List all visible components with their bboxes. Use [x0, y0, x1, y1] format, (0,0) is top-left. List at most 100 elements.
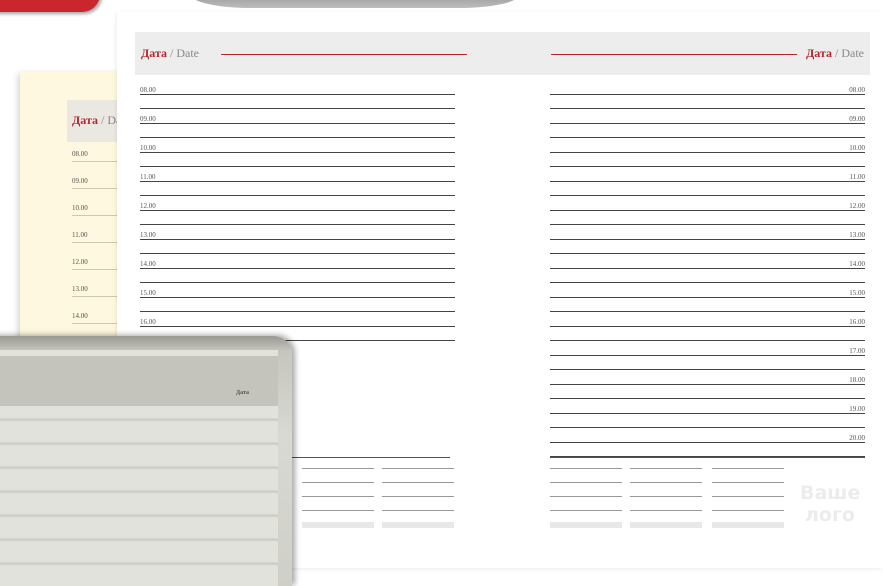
notes-line	[630, 482, 702, 483]
slot-line	[550, 326, 865, 327]
slot-line	[140, 137, 455, 138]
notebook-date-label: Дата	[236, 390, 249, 396]
slot-line	[550, 123, 865, 124]
time-label: 13.00	[849, 231, 865, 239]
right-time-slot: 19.00	[550, 403, 865, 432]
right-divider-line	[550, 457, 865, 458]
notes-bar	[302, 522, 374, 528]
slot-line	[140, 108, 455, 109]
slot-line	[140, 311, 455, 312]
right-time-slot: 16.00	[550, 316, 865, 345]
time-label: 16.00	[140, 318, 156, 326]
slot-line	[140, 181, 455, 182]
slot-line	[140, 224, 455, 225]
slot-line	[140, 166, 455, 167]
left-time-slot: 12.00	[140, 200, 455, 229]
notes-box	[382, 468, 454, 528]
slot-line	[140, 253, 455, 254]
slot-line	[550, 268, 865, 269]
slot-line	[140, 268, 455, 269]
slot-line	[550, 108, 865, 109]
left-date-line	[221, 54, 467, 55]
slot-line	[550, 398, 865, 399]
right-time-slot: 11.00	[550, 171, 865, 200]
slot-line	[140, 326, 455, 327]
time-label: 12.00	[849, 202, 865, 210]
slot-line	[550, 239, 865, 240]
slot-line	[550, 355, 865, 356]
slot-line	[140, 282, 455, 283]
notes-bar	[630, 522, 702, 528]
notes-line	[712, 468, 784, 469]
time-label: 16.00	[849, 318, 865, 326]
notes-line	[382, 496, 454, 497]
notes-bar	[550, 522, 622, 528]
date-header-bar: Дата / Date Дата / Date	[135, 32, 870, 75]
gray-notebook	[0, 336, 292, 586]
slot-line	[550, 427, 865, 428]
left-time-slot: 08.00	[140, 84, 455, 113]
left-time-slot: 11.00	[140, 171, 455, 200]
right-time-slot: 08.00	[550, 84, 865, 113]
time-label: 17.00	[849, 347, 865, 355]
notes-line	[382, 482, 454, 483]
time-label: 08.00	[140, 86, 156, 94]
slot-line	[550, 340, 865, 341]
notes-bar	[382, 522, 454, 528]
logo-placeholder: Ваше лого	[800, 482, 861, 526]
notes-line	[382, 468, 454, 469]
slot-line	[550, 413, 865, 414]
left-time-slot: 15.00	[140, 287, 455, 316]
time-label: 11.00	[140, 173, 156, 181]
slot-line	[550, 311, 865, 312]
notes-line	[302, 468, 374, 469]
slot-line	[550, 297, 865, 298]
time-label: 13.00	[140, 231, 156, 239]
slot-line	[550, 442, 865, 443]
slot-line	[140, 152, 455, 153]
slot-line	[550, 152, 865, 153]
right-time-slot: 18.00	[550, 374, 865, 403]
back-date-label: Дата / Da	[72, 113, 122, 127]
left-time-slot: 13.00	[140, 229, 455, 258]
notes-line	[712, 496, 784, 497]
time-label: 18.00	[849, 376, 865, 384]
time-label: 19.00	[849, 405, 865, 413]
notes-line	[382, 510, 454, 511]
slot-line	[550, 94, 865, 95]
notebook-header	[0, 356, 278, 406]
right-time-slot: 13.00	[550, 229, 865, 258]
time-label: 10.00	[140, 144, 156, 152]
slot-line	[550, 282, 865, 283]
slot-line	[550, 384, 865, 385]
notes-line	[302, 482, 374, 483]
slot-line	[550, 195, 865, 196]
right-date-label: Дата / Date	[806, 46, 864, 60]
notes-line	[302, 496, 374, 497]
slot-line	[140, 195, 455, 196]
right-time-slot: 17.00	[550, 345, 865, 374]
left-time-slot: 09.00	[140, 113, 455, 142]
right-time-slot: 14.00	[550, 258, 865, 287]
left-time-slot: 10.00	[140, 142, 455, 171]
notes-line	[550, 482, 622, 483]
time-label: 14.00	[849, 260, 865, 268]
notes-box	[550, 468, 622, 528]
slot-line	[550, 253, 865, 254]
slot-line	[140, 94, 455, 95]
slot-line	[550, 210, 865, 211]
time-label: 14.00	[140, 260, 156, 268]
slot-line	[140, 297, 455, 298]
slot-line	[550, 166, 865, 167]
red-planner-cover	[0, 0, 100, 12]
time-label: 20.00	[849, 434, 865, 442]
notes-bar	[712, 522, 784, 528]
right-time-slot: 09.00	[550, 113, 865, 142]
time-label: 09.00	[849, 115, 865, 123]
slot-line	[550, 369, 865, 370]
slot-line	[140, 123, 455, 124]
time-label: 12.00	[140, 202, 156, 210]
notes-line	[712, 510, 784, 511]
notes-line	[550, 468, 622, 469]
right-date-line	[551, 54, 797, 55]
